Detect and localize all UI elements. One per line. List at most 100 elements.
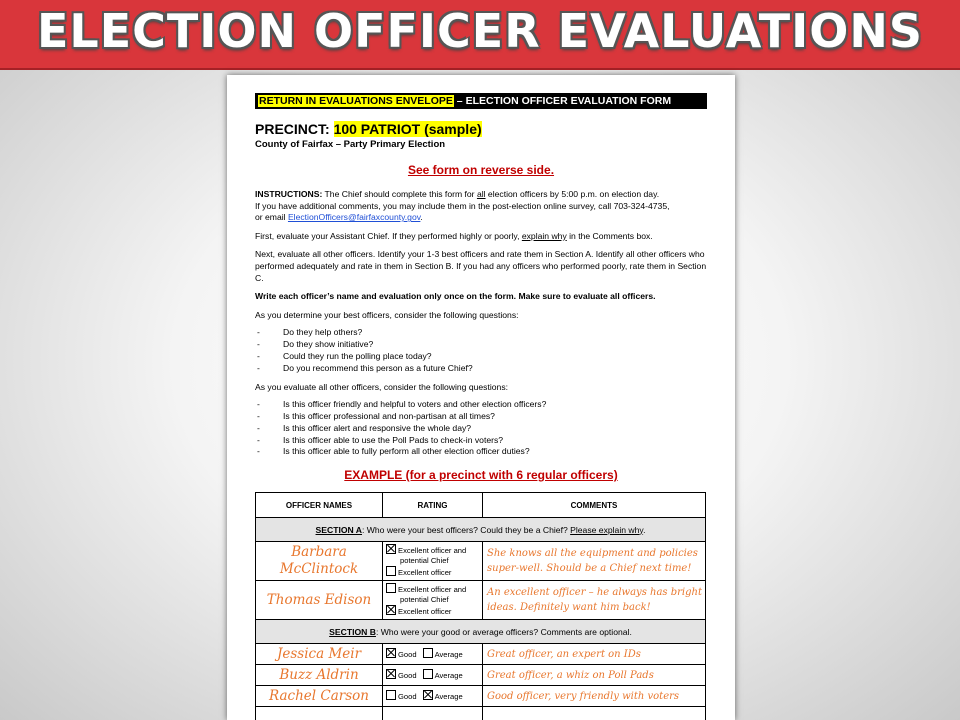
section-b-header: SECTION B: Who were your good or average…	[255, 619, 706, 645]
list-item: - Do they help others?	[257, 327, 363, 338]
reverse-side-note: See form on reverse side.	[407, 163, 555, 177]
section-a-header-row: SECTION A: Who were your best officers? …	[255, 517, 706, 543]
instructions-text-e: .	[420, 212, 423, 223]
rating-label: Excellent officer and	[398, 546, 467, 556]
officer-comment: An excellent officer – he always has bri…	[482, 580, 706, 621]
empty-cell	[255, 706, 383, 720]
checked-box-icon[interactable]	[422, 690, 433, 701]
checked-box-icon[interactable]	[386, 605, 396, 616]
rating-cell: Good Average	[382, 664, 483, 687]
table-row: Barbara McClintock Excellent officer and…	[255, 541, 706, 582]
section-b-text: : Who were your good or average officers…	[375, 626, 632, 637]
checked-box-icon[interactable]	[386, 669, 396, 680]
section-a-header: SECTION A: Who were your best officers? …	[255, 517, 706, 543]
section-b-label: SECTION B	[329, 626, 376, 637]
explain-why: explain why	[521, 230, 567, 241]
table-row: Rachel Carson Good Average Good officer, …	[255, 685, 706, 708]
instructions-text-c: If you have additional comments, you may…	[255, 200, 670, 211]
rating-label: Good	[398, 692, 417, 702]
rating-label: Excellent officer	[398, 607, 452, 617]
list-item: - Do you recommend this person as a futur…	[257, 362, 473, 373]
county-election: County of Fairfax – Party Primary Electi…	[255, 139, 446, 150]
officer-name: Jessica Meir	[255, 643, 383, 666]
checkbox-icon[interactable]	[386, 583, 396, 594]
checked-box-icon[interactable]	[386, 544, 396, 555]
list-item: - Is this officer alert and responsive th…	[257, 422, 472, 433]
officer-name: Barbara McClintock	[255, 541, 383, 582]
instructions-label: INSTRUCTIONS:	[255, 189, 323, 199]
officer-comment: Great officer, an expert on IDs	[482, 643, 706, 666]
instructions-text-d: or email	[255, 212, 288, 223]
rating-cell: Excellent officer and potential Chief Ex…	[382, 541, 483, 582]
slide-title: ELECTION OFFICER EVALUATIONS	[36, 4, 924, 58]
checkbox-icon[interactable]	[422, 669, 433, 680]
list-item: - Is this officer able to fully perform a…	[257, 446, 530, 457]
section-a-text: : Who were your best officers? Could the…	[362, 524, 571, 535]
checked-box-icon[interactable]	[386, 648, 396, 659]
list-item: - Could they run the polling place today?	[257, 350, 432, 361]
header-comments: COMMENTS	[482, 492, 706, 519]
bold-note: Write each officer’s name and evaluation…	[255, 291, 656, 302]
section-b-header-row: SECTION B: Who were your good or average…	[255, 619, 706, 645]
precinct-line: PRECINCT: 100 PATRIOT (sample)	[255, 121, 707, 137]
rating-label: Average	[434, 650, 463, 660]
first-text-b: in the Comments box.	[566, 230, 653, 241]
header-rating: RATING	[382, 492, 483, 519]
rating-label: Good	[398, 650, 417, 660]
rating-cell: Good Average	[382, 643, 483, 666]
table-row	[255, 706, 706, 720]
next-paragraph: Next, evaluate all other officers. Ident…	[255, 249, 707, 283]
list-item: - Do they show initiative?	[257, 339, 374, 350]
evaluation-table: OFFICER NAMES RATING COMMENTS SECTION A:…	[255, 492, 706, 720]
other-intro: As you evaluate all other officers, cons…	[255, 381, 509, 392]
empty-cell	[482, 706, 706, 720]
table-row: Buzz Aldrin Good Average Great officer, a…	[255, 664, 706, 687]
example-title: EXAMPLE (for a precinct with 6 regular o…	[344, 468, 618, 483]
form-header-bar: RETURN IN EVALUATIONS ENVELOPE – ELECTIO…	[255, 93, 707, 109]
officer-comment: Good officer, very friendly with voters	[482, 685, 706, 708]
header-officer-names: OFFICER NAMES	[255, 492, 383, 519]
list-item: - Is this officer friendly and helpful to…	[257, 399, 547, 410]
officer-name: Buzz Aldrin	[255, 664, 383, 687]
empty-cell	[382, 706, 483, 720]
envelope-instruction: RETURN IN EVALUATIONS ENVELOPE	[258, 95, 454, 107]
checkbox-icon[interactable]	[386, 690, 396, 701]
officer-name: Thomas Edison	[255, 580, 383, 621]
other-questions-list: - Is this officer friendly and helpful to…	[255, 399, 707, 458]
instructions-text-b: election officers by 5:00 p.m. on electi…	[485, 189, 660, 199]
rating-label: Good	[398, 671, 417, 681]
instructions-text-a: The Chief should complete this form for	[322, 189, 477, 199]
checkbox-icon[interactable]	[422, 648, 433, 659]
best-intro: As you determine your best officers, con…	[255, 309, 519, 320]
best-questions-list: - Do they help others? - Do they show init…	[255, 327, 707, 374]
evaluation-form-document: RETURN IN EVALUATIONS ENVELOPE – ELECTIO…	[227, 75, 735, 720]
list-item: - Is this officer professional and non-pa…	[257, 410, 495, 421]
table-header-row: OFFICER NAMES RATING COMMENTS	[255, 492, 706, 519]
table-row: Jessica Meir Good Average Great officer, …	[255, 643, 706, 666]
precinct-value: 100 PATRIOT (sample)	[333, 121, 482, 137]
rating-label: Excellent officer	[398, 568, 452, 578]
section-a-explain: Please explain why	[570, 524, 644, 535]
rating-label: Excellent officer and	[398, 585, 467, 595]
list-item: - Is this officer able to use the Poll Pa…	[257, 434, 504, 445]
email-link[interactable]: ElectionOfficers@fairfaxcounty.gov	[288, 212, 420, 222]
first-paragraph: First, evaluate your Assistant Chief. If…	[255, 231, 707, 243]
rating-label: potential Chief	[400, 595, 449, 605]
precinct-label: PRECINCT:	[255, 121, 334, 137]
officer-comment: She knows all the equipment and policies…	[482, 541, 706, 582]
rating-cell: Excellent officer and potential Chief Ex…	[382, 580, 483, 621]
section-a-label: SECTION A	[315, 524, 363, 535]
title-banner: ELECTION OFFICER EVALUATIONS	[0, 0, 960, 70]
table-row: Thomas Edison Excellent officer and pote…	[255, 580, 706, 621]
rating-label: Average	[434, 671, 463, 681]
rating-label: Average	[434, 692, 463, 702]
officer-comment: Great officer, a whiz on Poll Pads	[482, 664, 706, 687]
rating-label: potential Chief	[400, 556, 449, 566]
rating-cell: Good Average	[382, 685, 483, 708]
first-text-a: First, evaluate your Assistant Chief. If…	[255, 230, 522, 241]
form-title: – ELECTION OFFICER EVALUATION FORM	[453, 95, 672, 107]
instructions-all: all	[476, 189, 486, 199]
instructions-paragraph: INSTRUCTIONS: The Chief should complete …	[255, 189, 707, 224]
section-a-end: .	[643, 524, 646, 535]
checkbox-icon[interactable]	[386, 566, 396, 577]
